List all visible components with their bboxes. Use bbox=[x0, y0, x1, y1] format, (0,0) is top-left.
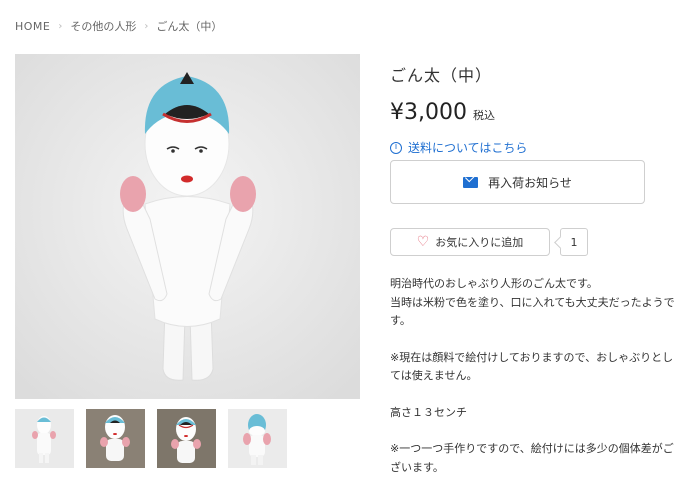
info-icon: i bbox=[390, 141, 402, 154]
favorite-button-label: お気に入りに追加 bbox=[435, 236, 524, 249]
product-title: ごん太（中） bbox=[390, 66, 493, 85]
thumbnail-list bbox=[15, 409, 287, 468]
tax-label: 税込 bbox=[472, 109, 495, 122]
thumbnail-1[interactable] bbox=[15, 409, 74, 468]
chevron-right-icon: › bbox=[144, 20, 149, 32]
breadcrumb-category[interactable]: その他の人形 bbox=[70, 18, 136, 34]
restock-button-label: 再入荷お知らせ bbox=[488, 175, 572, 190]
description-line: 明治時代のおしゃぶり人形のごん太です。 bbox=[390, 277, 598, 290]
main-product-image[interactable] bbox=[15, 54, 360, 399]
thumbnail-3[interactable] bbox=[157, 409, 216, 468]
breadcrumb-home[interactable]: HOME bbox=[15, 20, 50, 33]
description-line: ※現在は顔料で絵付けしておりますので、おしゃぶりとしては使えません。 bbox=[390, 350, 674, 383]
mail-icon bbox=[463, 176, 479, 188]
product-info: ごん太（中） ¥3,000 税込 i 送料についてはこちら bbox=[390, 62, 645, 156]
shipping-link-label[interactable]: 送料についてはこちら bbox=[408, 139, 527, 156]
breadcrumb: HOME › その他の人形 › ごん太（中） bbox=[15, 18, 222, 34]
breadcrumb-current: ごん太（中） bbox=[156, 20, 223, 33]
heart-icon: ♡ bbox=[416, 234, 430, 250]
description-line: 当時は米粉で色を塗り、口に入れても大丈夫だったようです。 bbox=[390, 295, 675, 328]
product-price: ¥3,000 bbox=[390, 100, 467, 125]
thumbnail-4[interactable] bbox=[228, 409, 287, 468]
shipping-info-link[interactable]: i 送料についてはこちら bbox=[390, 139, 645, 156]
thumbnail-2[interactable] bbox=[86, 409, 145, 468]
description-line: 高さ１３センチ bbox=[390, 405, 467, 419]
product-description: 明治時代のおしゃぶり人形のごん太です。 当時は米粉で色を塗り、口に入れても大丈夫… bbox=[390, 275, 680, 477]
restock-notify-button[interactable]: 再入荷お知らせ bbox=[390, 160, 645, 204]
favorite-area: ♡ お気に入りに追加 1 bbox=[390, 228, 588, 256]
description-line: ※一つ一つ手作りですので、絵付けには多少の個体差がございます。 bbox=[390, 442, 674, 474]
favorite-count: 1 bbox=[560, 228, 588, 256]
add-to-favorites-button[interactable]: ♡ お気に入りに追加 bbox=[390, 228, 550, 256]
price-row: ¥3,000 税込 bbox=[390, 100, 645, 125]
chevron-right-icon: › bbox=[58, 20, 63, 32]
